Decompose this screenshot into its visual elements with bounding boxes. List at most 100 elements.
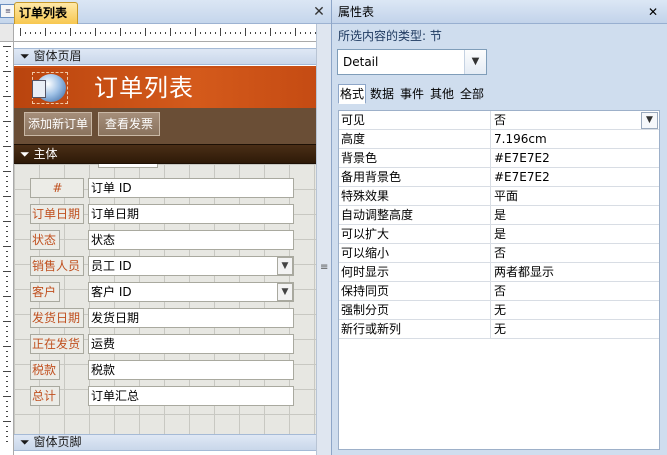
field-order-date[interactable]: 订单日期 <box>88 204 294 224</box>
label-order-date[interactable]: 订单日期 <box>30 204 84 224</box>
ruler-tick <box>3 371 11 372</box>
property-row[interactable]: 可以缩小否 <box>339 244 659 263</box>
property-value[interactable]: 否 <box>492 111 659 129</box>
partial-control[interactable] <box>98 164 158 168</box>
property-value[interactable]: #E7E7E2 <box>492 168 659 186</box>
tab-all[interactable]: 全部 <box>458 84 486 104</box>
ruler-tick <box>105 32 106 34</box>
property-row[interactable]: 可以扩大是 <box>339 225 659 244</box>
vertical-ruler[interactable] <box>0 42 14 455</box>
ruler-tick <box>3 121 11 122</box>
section-bar-detail[interactable]: ⏷ 主体 <box>14 144 316 164</box>
ruler-tick <box>95 28 96 36</box>
pane-splitter[interactable]: ≡ <box>316 24 331 455</box>
label-total[interactable]: 总计 <box>30 386 60 406</box>
ruler-tick <box>6 341 8 342</box>
ruler-tick <box>6 201 8 202</box>
ruler-tick <box>6 76 8 77</box>
property-name: 何时显示 <box>339 263 491 281</box>
ruler-tick <box>185 32 186 34</box>
ruler-tick <box>6 301 8 302</box>
detail-section: # 订单 ID 订单日期 订单日期 状态 状态 销售人员 员工 ID ▼ 客户 … <box>14 164 316 434</box>
combo-customer[interactable]: 客户 ID <box>88 282 294 302</box>
ruler-tick <box>6 231 8 232</box>
ruler-tick <box>140 32 141 34</box>
property-name: 新行或新列 <box>339 320 491 338</box>
add-new-order-button[interactable]: 添加新订单 <box>24 112 92 136</box>
chevron-down-icon[interactable]: ▼ <box>277 283 293 301</box>
ruler-tick <box>3 96 11 97</box>
ruler-tick <box>6 211 8 212</box>
label-shipping[interactable]: 正在发货 <box>30 334 84 354</box>
property-row[interactable]: 自动调整高度是 <box>339 206 659 225</box>
property-row[interactable]: 背景色 #E7E7E2 <box>339 149 659 168</box>
document-tab[interactable]: 订单列表 <box>14 2 78 24</box>
property-value[interactable]: 无 <box>492 301 659 319</box>
property-value[interactable]: 是 <box>492 206 659 224</box>
form-design-surface: ⏷ 窗体页眉 订单列表 添加新订单 查看发票 ⏷ 主体 # 订单 ID 订单日期… <box>14 42 316 455</box>
property-value[interactable]: #E7E7E2 <box>492 149 659 167</box>
ruler-tick <box>150 32 151 34</box>
chevron-down-icon[interactable]: ▼ <box>464 50 486 74</box>
property-name: 备用背景色 <box>339 168 491 186</box>
ruler-tick <box>200 32 201 34</box>
close-document-button[interactable]: ✕ <box>310 3 328 21</box>
ruler-tick <box>100 32 101 34</box>
horizontal-ruler[interactable] <box>14 24 316 42</box>
ruler-tick <box>265 32 266 34</box>
ruler-tick <box>165 32 166 34</box>
label-order-id[interactable]: # <box>30 178 84 198</box>
label-tax[interactable]: 税款 <box>30 360 60 380</box>
label-customer[interactable]: 客户 <box>30 282 60 302</box>
ruler-tick <box>180 32 181 34</box>
label-ship-date[interactable]: 发货日期 <box>30 308 84 328</box>
property-value[interactable]: 7.196cm <box>492 130 659 148</box>
label-status[interactable]: 状态 <box>30 230 60 250</box>
tab-format[interactable]: 格式 <box>338 84 366 104</box>
chevron-down-icon[interactable]: ▼ <box>277 257 293 275</box>
ruler-tick <box>210 32 211 34</box>
ruler-tick <box>120 28 121 36</box>
tab-other[interactable]: 其他 <box>428 84 456 104</box>
view-invoice-button[interactable]: 查看发票 <box>98 112 160 136</box>
property-value[interactable]: 两者都显示 <box>492 263 659 281</box>
property-row[interactable]: 特殊效果 平面 <box>339 187 659 206</box>
ruler-tick <box>80 32 81 34</box>
form-title-label[interactable]: 订单列表 <box>94 72 314 106</box>
property-value[interactable]: 无 <box>492 320 659 338</box>
ruler-corner[interactable] <box>0 24 14 42</box>
ruler-tick <box>190 32 191 34</box>
ruler-tick <box>6 336 8 337</box>
property-value[interactable]: 平面 <box>492 187 659 205</box>
property-value[interactable]: 否 <box>492 244 659 262</box>
property-row[interactable]: 备用背景色 #E7E7E2 <box>339 168 659 187</box>
field-status[interactable]: 状态 <box>88 230 294 250</box>
tab-data[interactable]: 数据 <box>368 84 396 104</box>
property-row[interactable]: 何时显示 两者都显示 <box>339 263 659 282</box>
combo-salesperson[interactable]: 员工 ID <box>88 256 294 276</box>
label-salesperson[interactable]: 销售人员 <box>30 256 84 276</box>
close-property-sheet-button[interactable]: ✕ <box>644 3 662 21</box>
tab-event[interactable]: 事件 <box>398 84 426 104</box>
field-ship-date[interactable]: 发货日期 <box>88 308 294 328</box>
property-value[interactable]: 否 <box>492 282 659 300</box>
field-order-id[interactable]: 订单 ID <box>88 178 294 198</box>
chevron-down-icon[interactable]: ▼ <box>641 112 658 129</box>
field-order-total[interactable]: 订单汇总 <box>88 386 294 406</box>
property-row[interactable]: 高度 7.196cm <box>339 130 659 149</box>
property-row[interactable]: 强制分页无 <box>339 301 659 320</box>
ruler-tick <box>6 366 8 367</box>
ruler-tick <box>55 32 56 34</box>
property-row[interactable]: 可见否 ▼ <box>339 111 659 130</box>
property-row[interactable]: 保持同页否 <box>339 282 659 301</box>
property-value[interactable]: 是 <box>492 225 659 243</box>
ruler-tick <box>3 296 11 297</box>
property-row[interactable]: 新行或新列无 <box>339 320 659 339</box>
field-freight[interactable]: 运费 <box>88 334 294 354</box>
field-tax[interactable]: 税款 <box>88 360 294 380</box>
section-bar-footer[interactable]: ⏷ 窗体页脚 <box>14 434 316 451</box>
ruler-tick <box>6 306 8 307</box>
ruler-tick <box>6 401 8 402</box>
section-bar-header[interactable]: ⏷ 窗体页眉 <box>14 48 316 65</box>
ruler-tick <box>115 32 116 34</box>
